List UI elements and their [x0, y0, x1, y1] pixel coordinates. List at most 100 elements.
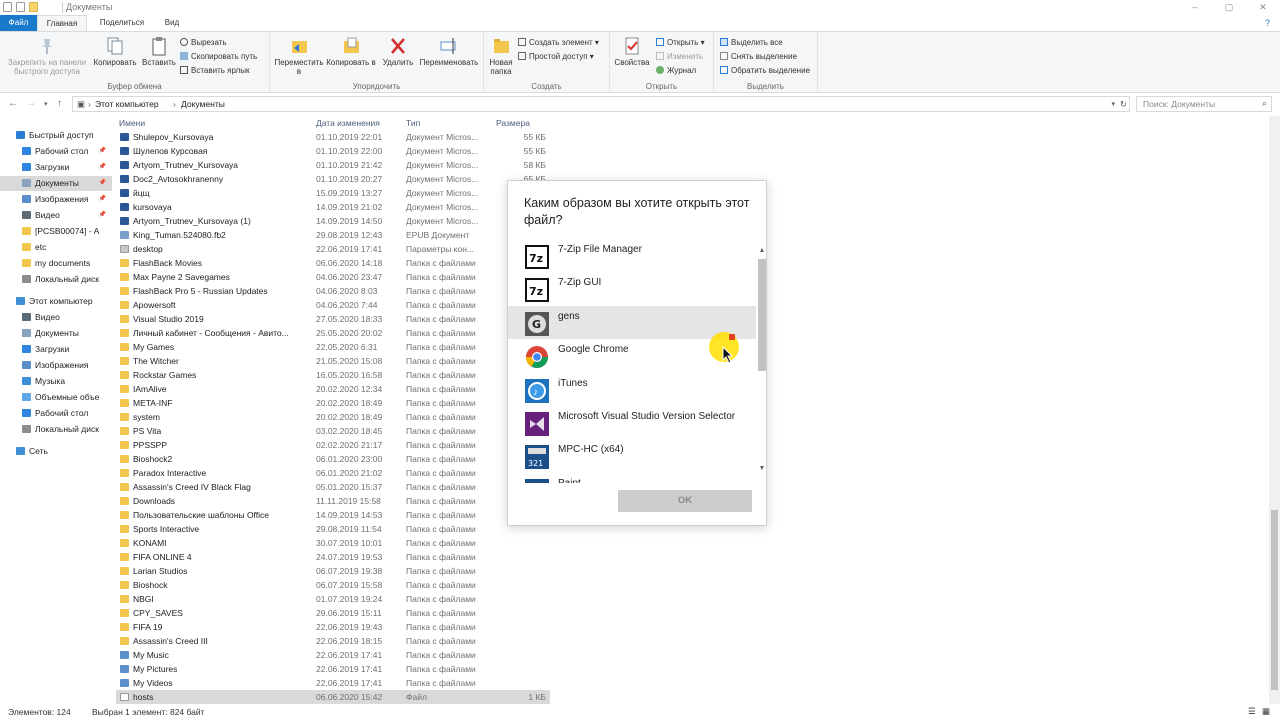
file-row[interactable]: FlashBack Movies 06.06.2020 14:18 Папка с … — [116, 256, 550, 270]
copy-button[interactable]: Копировать — [90, 36, 140, 67]
file-row[interactable]: My Pictures 22.06.2019 17:41 Папка с файла… — [116, 662, 550, 676]
address-dropdown-chevron-icon[interactable]: ▾ — [1111, 100, 1115, 108]
select-all-button[interactable]: Выделить все — [720, 37, 783, 49]
refresh-icon[interactable]: ↻ — [1120, 99, 1127, 110]
file-row[interactable]: My Music 22.06.2019 17:41 Папка с файлами — [116, 648, 550, 662]
tab-file[interactable]: Файл — [0, 15, 37, 31]
scroll-up-icon[interactable]: ▲ — [757, 247, 767, 254]
file-row[interactable]: The Witcher 21.05.2020 15:08 Папка с файла… — [116, 354, 550, 368]
file-row[interactable]: Doc2_Avtosokhranenny 01.10.2019 20:27 Доку… — [116, 172, 550, 186]
file-row[interactable]: Paradox Interactive 06.01.2020 21:02 Папка… — [116, 466, 550, 480]
nav-item[interactable]: Изображения — [0, 358, 112, 373]
nav-item[interactable]: Документы — [0, 326, 112, 341]
easy-access-button[interactable]: Простой доступ ▾ — [518, 51, 594, 63]
file-row[interactable]: Downloads 11.11.2019 15:58 Папка с файлами — [116, 494, 550, 508]
breadcrumb-documents[interactable]: Документы — [181, 99, 225, 109]
app-option[interactable]: 7z 7-Zip File Manager — [508, 239, 756, 272]
close-button[interactable]: ✕ — [1246, 0, 1280, 15]
file-row[interactable]: йцщ 15.09.2019 13:27 Документ Micros... — [116, 186, 550, 200]
pin-quick-access-button[interactable]: Закрепить на панели быстрого доступа — [4, 36, 90, 76]
pin-icon[interactable]: 📌 — [99, 144, 106, 159]
file-row[interactable]: Пользовательские шаблоны Office 14.09.201… — [116, 508, 550, 522]
file-row[interactable]: Rockstar Games 16.05.2020 16:58 Папка с фа… — [116, 368, 550, 382]
nav-item[interactable]: my documents — [0, 256, 112, 271]
app-option[interactable]: 7z 7-Zip GUI — [508, 272, 756, 305]
paste-shortcut-button[interactable]: Вставить ярлык — [180, 65, 250, 77]
app-option[interactable]: Microsoft Visual Studio Version Selector — [508, 406, 756, 439]
pin-icon[interactable]: 📌 — [99, 192, 106, 207]
nav-item[interactable]: Локальный диск — [0, 422, 112, 437]
file-row[interactable]: FIFA ONLINE 4 24.07.2019 19:53 Папка с фай… — [116, 550, 550, 564]
history-button[interactable]: Журнал — [656, 65, 696, 77]
forward-arrow-icon[interactable]: → — [26, 98, 36, 109]
column-header-size[interactable]: Размера — [496, 116, 530, 130]
file-row[interactable]: Visual Studio 2019 27.05.2020 18:33 Папка … — [116, 312, 550, 326]
scroll-down-icon[interactable]: ▼ — [757, 465, 767, 472]
file-row[interactable]: Bioshock2 06.01.2020 23:00 Папка с файлами — [116, 452, 550, 466]
back-arrow-icon[interactable]: ← — [8, 98, 18, 109]
copy-to-button[interactable]: Копировать в — [326, 36, 376, 67]
file-row[interactable]: PS Vita 03.02.2020 18:45 Папка с файлами — [116, 424, 550, 438]
file-row[interactable]: KONAMI 30.07.2019 10:01 Папка с файлами — [116, 536, 550, 550]
tab-home[interactable]: Главная — [37, 15, 87, 31]
app-option[interactable]: 321 MPC-HC (x64) — [508, 439, 756, 472]
file-row[interactable]: Shulepov_Kursovaya 01.10.2019 22:01 Докуме… — [116, 130, 550, 144]
new-item-button[interactable]: Создать элемент ▾ — [518, 37, 599, 49]
file-row[interactable]: My Games 22.05.2020 6:31 Папка с файлами — [116, 340, 550, 354]
file-row[interactable]: Шулепов Курсовая 01.10.2019 22:00 Документ… — [116, 144, 550, 158]
nav-item[interactable]: Видео — [0, 310, 112, 325]
breadcrumb[interactable]: ▣ › Этот компьютер › Документы ▾ ↻ — [72, 96, 1130, 112]
column-header-type[interactable]: Тип — [406, 116, 420, 130]
file-row[interactable]: NBGI 01.07.2019 19:24 Папка с файлами — [116, 592, 550, 606]
file-row[interactable]: Assassin's Creed IV Black Flag 05.01.2020… — [116, 480, 550, 494]
up-arrow-icon[interactable]: ↑ — [57, 98, 62, 109]
paste-button[interactable]: Вставить — [140, 36, 178, 67]
file-row[interactable]: META-INF 20.02.2020 18:49 Папка с файлами — [116, 396, 550, 410]
properties-icon[interactable] — [3, 2, 12, 12]
app-list-scroll-thumb[interactable] — [758, 259, 766, 371]
file-row[interactable]: Apowersoft 04.06.2020 7:44 Папка с файлами — [116, 298, 550, 312]
file-row[interactable]: FIFA 19 22.06.2019 19:43 Папка с файлами — [116, 620, 550, 634]
file-row[interactable]: Artyom_Trutnev_Kursovaya (1) 14.09.2019 1… — [116, 214, 550, 228]
file-row[interactable]: King_Tuman.524080.fb2 29.08.2019 12:43 EPU… — [116, 228, 550, 242]
file-row[interactable]: system 20.02.2020 18:49 Папка с файлами — [116, 410, 550, 424]
nav-item[interactable]: Загрузки — [0, 342, 112, 357]
nav-item[interactable]: Изображения 📌 — [0, 192, 112, 207]
nav-item[interactable]: Объемные объе — [0, 390, 112, 405]
nav-item[interactable]: Видео 📌 — [0, 208, 112, 223]
file-row[interactable]: IAmAlive 20.02.2020 12:34 Папка с файлами — [116, 382, 550, 396]
nav-item[interactable]: Локальный диск — [0, 272, 112, 287]
file-row[interactable]: PPSSPP 02.02.2020 21:17 Папка с файлами — [116, 438, 550, 452]
move-to-button[interactable]: Переместить в — [272, 36, 326, 76]
pin-icon[interactable]: 📌 — [99, 208, 106, 223]
file-row[interactable]: Larian Studios 06.07.2019 19:38 Папка с фа… — [116, 564, 550, 578]
help-icon[interactable]: ? — [1265, 18, 1270, 28]
open-button[interactable]: Открыть ▾ — [656, 37, 705, 49]
tab-share[interactable]: Поделиться — [92, 15, 152, 31]
app-option[interactable]: ♪ iTunes — [508, 373, 756, 406]
file-row[interactable]: FlashBack Pro 5 - Russian Updates 04.06.2… — [116, 284, 550, 298]
nav-item[interactable]: Документы 📌 — [0, 176, 112, 191]
file-row[interactable]: Max Payne 2 Savegames 04.06.2020 23:47 Пап… — [116, 270, 550, 284]
file-row[interactable]: My Videos 22.06.2019 17:41 Папка с файлами — [116, 676, 550, 690]
nav-item[interactable]: Сеть — [0, 444, 112, 459]
large-icons-view-icon[interactable]: ▦ — [1262, 706, 1270, 717]
breadcrumb-this-pc[interactable]: Этот компьютер — [95, 99, 159, 109]
scrollbar-thumb[interactable] — [1271, 510, 1278, 690]
file-row[interactable]: hosts 06.06.2020 15:42 Файл 1 КБ — [116, 690, 550, 704]
pin-icon[interactable]: 📌 — [99, 176, 106, 191]
invert-selection-button[interactable]: Обратить выделение — [720, 65, 810, 77]
nav-item[interactable]: Рабочий стол 📌 — [0, 144, 112, 159]
nav-item[interactable]: etc — [0, 240, 112, 255]
column-header-name[interactable]: Имени — [119, 116, 145, 130]
pin-icon[interactable]: 📌 — [99, 160, 106, 175]
ok-button[interactable]: OK — [618, 490, 752, 512]
file-row[interactable]: kursovaya 14.09.2019 21:02 Документ Micros… — [116, 200, 550, 214]
edit-button[interactable]: Изменить — [656, 51, 703, 63]
checkmark-icon[interactable] — [16, 2, 25, 12]
maximize-button[interactable]: ▢ — [1212, 0, 1246, 15]
file-row[interactable]: CPY_SAVES 29.06.2019 15:11 Папка с файлами — [116, 606, 550, 620]
details-view-icon[interactable]: ☰ — [1248, 706, 1256, 717]
nav-item[interactable]: Рабочий стол — [0, 406, 112, 421]
new-folder-icon[interactable] — [29, 2, 38, 12]
